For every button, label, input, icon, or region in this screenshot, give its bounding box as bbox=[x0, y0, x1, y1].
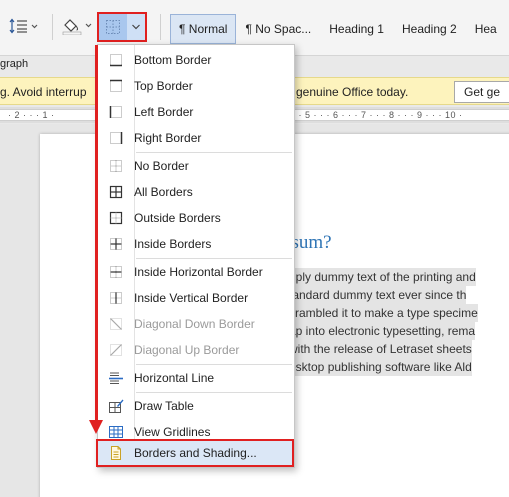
menu-item-left-border[interactable]: Left Border bbox=[98, 99, 294, 125]
inside-borders-icon bbox=[98, 231, 134, 257]
menu-item-bottom-border[interactable]: Bottom Border bbox=[98, 47, 294, 73]
menu-item-all-borders[interactable]: All Borders bbox=[98, 179, 294, 205]
menu-item-label: Inside Borders bbox=[134, 237, 212, 251]
notification-text-left: g. Avoid interrup bbox=[0, 85, 87, 99]
menu-item-inside-horizontal-border[interactable]: Inside Horizontal Border bbox=[98, 259, 294, 285]
menu-item-borders-and-shading[interactable]: Borders and Shading... bbox=[96, 439, 294, 467]
get-genuine-button[interactable]: Get ge bbox=[454, 81, 509, 103]
body-text-line: tandard dummy text ever since th bbox=[289, 286, 467, 304]
menu-item-diagonal-up-border[interactable]: Diagonal Up Border bbox=[98, 337, 294, 363]
menu-item-label: Diagonal Down Border bbox=[134, 317, 255, 331]
draw-table-icon bbox=[98, 393, 134, 419]
line-spacing-button[interactable] bbox=[6, 14, 44, 38]
shading-button[interactable] bbox=[58, 14, 96, 38]
ribbon-divider bbox=[160, 14, 161, 40]
inside-horizontal-border-icon bbox=[98, 259, 134, 285]
ruler-marks-right: · · 5 · · · 6 · · · 7 · · · 8 · · · 9 · … bbox=[292, 110, 463, 120]
paragraph-group-label: graph bbox=[0, 58, 29, 70]
menu-item-outside-borders[interactable]: Outside Borders bbox=[98, 205, 294, 231]
ruler-marks-left: · 2 · · · 1 · bbox=[8, 110, 55, 120]
outside-borders-icon bbox=[98, 205, 134, 231]
body-text-line: nply dummy text of the printing and bbox=[289, 268, 476, 286]
menu-item-label: Draw Table bbox=[134, 399, 194, 413]
notification-text-right: genuine Office today. bbox=[296, 85, 409, 99]
diagonal-up-border-icon bbox=[98, 337, 134, 363]
menu-item-label: Outside Borders bbox=[134, 211, 221, 225]
menu-item-inside-borders[interactable]: Inside Borders bbox=[98, 231, 294, 257]
menu-item-right-border[interactable]: Right Border bbox=[98, 125, 294, 151]
menu-item-horizontal-line[interactable]: Horizontal Line bbox=[98, 365, 294, 391]
menu-item-label: Left Border bbox=[134, 105, 194, 119]
menu-item-label: Inside Horizontal Border bbox=[134, 265, 263, 279]
style-no-spacing[interactable]: ¶ No Spac... bbox=[236, 14, 320, 44]
style-heading-2[interactable]: Heading 2 bbox=[393, 14, 466, 44]
menu-item-draw-table[interactable]: Draw Table bbox=[98, 393, 294, 419]
menu-item-label: Diagonal Up Border bbox=[134, 343, 240, 357]
style-heading-3[interactable]: Hea bbox=[466, 14, 506, 44]
right-border-icon bbox=[98, 125, 134, 151]
menu-item-diagonal-down-border[interactable]: Diagonal Down Border bbox=[98, 311, 294, 337]
body-text-line: esktop publishing software like Ald bbox=[289, 358, 472, 376]
menu-item-label: All Borders bbox=[134, 185, 193, 199]
menu-item-inside-vertical-border[interactable]: Inside Vertical Border bbox=[98, 285, 294, 311]
all-borders-icon bbox=[98, 179, 134, 205]
menu-item-label: Bottom Border bbox=[134, 53, 212, 67]
menu-item-label: Borders and Shading... bbox=[134, 446, 257, 460]
body-text-line: ap into electronic typesetting, rema bbox=[289, 322, 476, 340]
diagonal-down-border-icon bbox=[98, 311, 134, 337]
style-normal[interactable]: ¶ Normal bbox=[170, 14, 237, 44]
styles-gallery: ¶ Normal ¶ No Spac... Heading 1 Heading … bbox=[170, 14, 509, 44]
menu-item-top-border[interactable]: Top Border bbox=[98, 73, 294, 99]
menu-item-no-border[interactable]: No Border bbox=[98, 153, 294, 179]
borders-dropdown-menu: Bottom Border Top Border Left Border Rig… bbox=[96, 44, 295, 468]
menu-item-label: Top Border bbox=[134, 79, 193, 93]
menu-item-label: Horizontal Line bbox=[134, 371, 215, 385]
annotation-arrow-head bbox=[89, 420, 103, 434]
top-border-icon bbox=[98, 73, 134, 99]
paint-bucket-icon bbox=[62, 19, 92, 35]
ribbon-divider bbox=[52, 14, 53, 40]
borders-icon bbox=[99, 14, 127, 40]
bottom-border-icon bbox=[98, 47, 134, 73]
body-text-line: with the release of Letraset sheets bbox=[289, 340, 472, 358]
menu-item-label: No Border bbox=[134, 159, 189, 173]
chevron-down-icon[interactable] bbox=[127, 23, 145, 31]
menu-item-label: Right Border bbox=[134, 131, 202, 145]
body-text-line: crambled it to make a type specime bbox=[289, 304, 478, 322]
horizontal-line-icon bbox=[98, 365, 134, 391]
line-spacing-icon bbox=[9, 18, 38, 34]
no-border-icon bbox=[98, 153, 134, 179]
inside-vertical-border-icon bbox=[98, 285, 134, 311]
style-heading-1[interactable]: Heading 1 bbox=[320, 14, 393, 44]
menu-item-label: View Gridlines bbox=[134, 425, 211, 439]
menu-item-label: Inside Vertical Border bbox=[134, 291, 249, 305]
annotation-arrow-line bbox=[95, 45, 98, 423]
borders-button[interactable] bbox=[97, 12, 147, 42]
borders-and-shading-icon bbox=[98, 440, 134, 466]
left-border-icon bbox=[98, 99, 134, 125]
